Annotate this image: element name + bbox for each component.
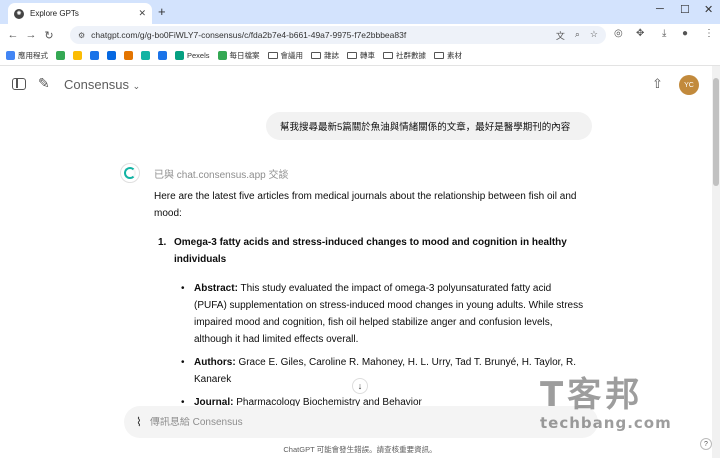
bookmark-item[interactable]: 轉車 (347, 50, 375, 61)
reload-icon[interactable]: ↻ (40, 29, 58, 42)
bookmark-item[interactable] (124, 51, 133, 60)
maximize-icon[interactable]: ☐ (680, 3, 690, 16)
browser-tab-bar: ✺ Explore GPTs ✕ + ─ ☐ ✕ (0, 0, 720, 24)
apps-grid-icon (6, 51, 15, 60)
bookmark-item[interactable]: Pexels (175, 51, 210, 60)
bookmark-item[interactable] (107, 51, 116, 60)
model-selector[interactable]: Consensus ⌄ (64, 77, 140, 92)
bookmark-app-icon (90, 51, 99, 60)
download-icon[interactable]: ⤓ (662, 28, 666, 39)
user-message-bubble: 幫我搜尋最新5篇關於魚油與情緒關係的文章，最好是醫學期刊的內容 (266, 112, 592, 140)
pexels-icon (175, 51, 184, 60)
avatar[interactable]: YC (679, 75, 699, 95)
scrollbar-thumb[interactable] (713, 78, 719, 186)
article-number: 1. (158, 237, 167, 248)
profile-icon[interactable]: ● (682, 28, 688, 39)
bookmark-label: 素材 (447, 51, 463, 60)
article-title-text: Omega-3 fatty acids and stress-induced c… (174, 237, 567, 265)
watermark: T客邦 techbang.com (540, 376, 710, 432)
forward-icon[interactable]: → (22, 29, 40, 41)
authors-text: Grace E. Giles, Caroline R. Mahoney, H. … (194, 357, 576, 385)
bookmark-item[interactable]: 素材 (434, 50, 462, 61)
bookmark-label: 會議用 (280, 51, 304, 60)
watermark-url: techbang.com (540, 414, 672, 432)
bookmark-item[interactable] (158, 51, 167, 60)
tab-close-icon[interactable]: ✕ (138, 8, 146, 19)
share-icon[interactable]: ⇧ (652, 76, 663, 92)
bookmark-item[interactable] (56, 51, 65, 60)
meta-icon (107, 51, 116, 60)
bookmark-label: 應用程式 (18, 51, 48, 60)
message-input[interactable] (149, 416, 550, 428)
bookmark-app-icon (141, 51, 150, 60)
authors-label: Authors: (194, 357, 236, 368)
new-chat-edit-icon[interactable]: ✎ (38, 75, 50, 92)
bookmark-item[interactable] (141, 51, 150, 60)
watermark-logo: T客邦 (540, 375, 644, 415)
bookmark-star-icon[interactable]: ☆ (590, 29, 598, 42)
chevron-down-icon: ⌄ (132, 81, 141, 91)
menu-kebab-icon[interactable]: ⋮ (704, 28, 714, 39)
answer-intro: Here are the latest five articles from m… (154, 191, 577, 219)
back-icon[interactable]: ← (4, 29, 22, 41)
assistant-message: Here are the latest five articles from m… (154, 188, 586, 417)
article-authors: Authors: Grace E. Giles, Caroline R. Mah… (181, 354, 586, 388)
message-composer: ⌇ (124, 406, 598, 438)
tab-explore-gpts[interactable]: ✺ Explore GPTs ✕ (8, 3, 152, 24)
close-window-icon[interactable]: ✕ (704, 3, 713, 16)
bookmark-item[interactable] (73, 51, 82, 60)
new-tab-button[interactable]: + (158, 4, 166, 19)
abstract-label: Abstract: (194, 283, 238, 294)
bookmark-item[interactable]: 每日檔案 (217, 50, 260, 61)
bookmark-app-icon (158, 51, 167, 60)
folder-icon (434, 52, 445, 59)
plugin-source-note: 已與 chat.consensus.app 交談 (154, 170, 289, 181)
extensions-puzzle-icon[interactable]: ✥ (636, 28, 644, 39)
minimize-icon[interactable]: ─ (656, 3, 664, 15)
bookmark-app-icon (124, 51, 133, 60)
bookmark-item[interactable]: 雜誌 (311, 50, 339, 61)
model-name-label: Consensus (64, 77, 130, 92)
sidebar-toggle-icon[interactable] (12, 78, 26, 90)
url-text: chatgpt.com/g/g-bo0FiWLY7-consensus/c/fd… (91, 30, 407, 40)
folder-icon (383, 52, 394, 59)
extension-icon[interactable]: ◎ (614, 28, 623, 39)
bookmark-app-icon (217, 51, 227, 60)
bookmark-label: 社群數據 (396, 51, 427, 60)
translate-icon[interactable]: 文 (556, 29, 565, 42)
folder-icon (347, 52, 358, 59)
arrow-down-icon: ↓ (357, 381, 363, 391)
bookmark-label: 雜誌 (324, 51, 340, 60)
bookmark-item[interactable]: 會議用 (267, 50, 304, 61)
abstract-text: This study evaluated the impact of omega… (194, 283, 584, 345)
scroll-to-bottom-button[interactable]: ↓ (352, 378, 368, 394)
zoom-icon[interactable]: ⌕ (575, 29, 580, 42)
page-scrollbar[interactable] (712, 66, 720, 458)
browser-toolbar: ← → ↻ ⚙ chatgpt.com/g/g-bo0FiWLY7-consen… (0, 24, 720, 46)
chatgpt-favicon-icon: ✺ (14, 8, 24, 19)
site-info-icon[interactable]: ⚙ (78, 31, 85, 40)
consensus-logo-icon (120, 163, 140, 183)
bookmarks-bar: 應用程式 Pexels 每日檔案 會議用 雜誌 轉車 社群數據 素材 (0, 46, 720, 66)
chat-header: ✎ Consensus ⌄ ⇧ YC (0, 66, 712, 104)
help-button[interactable]: ? (700, 438, 712, 450)
article-title: 1. Omega-3 fatty acids and stress-induce… (154, 234, 586, 268)
article-details: Abstract: This study evaluated the impac… (154, 280, 586, 411)
bookmark-item[interactable]: 應用程式 (6, 50, 48, 61)
bookmark-app-icon (73, 51, 82, 60)
bookmark-label: Pexels (187, 51, 210, 60)
address-bar[interactable]: ⚙ chatgpt.com/g/g-bo0FiWLY7-consensus/c/… (70, 26, 606, 44)
bookmark-item[interactable]: 社群數據 (383, 50, 426, 61)
folder-icon (267, 52, 278, 59)
attach-paperclip-icon[interactable]: ⌇ (136, 415, 142, 429)
article-abstract: Abstract: This study evaluated the impac… (181, 280, 586, 348)
tab-title: Explore GPTs (30, 9, 79, 18)
folder-icon (311, 52, 322, 59)
bookmark-item[interactable] (90, 51, 99, 60)
leaf-icon (56, 51, 65, 60)
bookmark-label: 轉車 (360, 51, 376, 60)
disclaimer-text: ChatGPT 可能會發生錯誤。請查核重要資訊。 (283, 445, 437, 454)
bookmark-label: 每日檔案 (229, 51, 260, 60)
